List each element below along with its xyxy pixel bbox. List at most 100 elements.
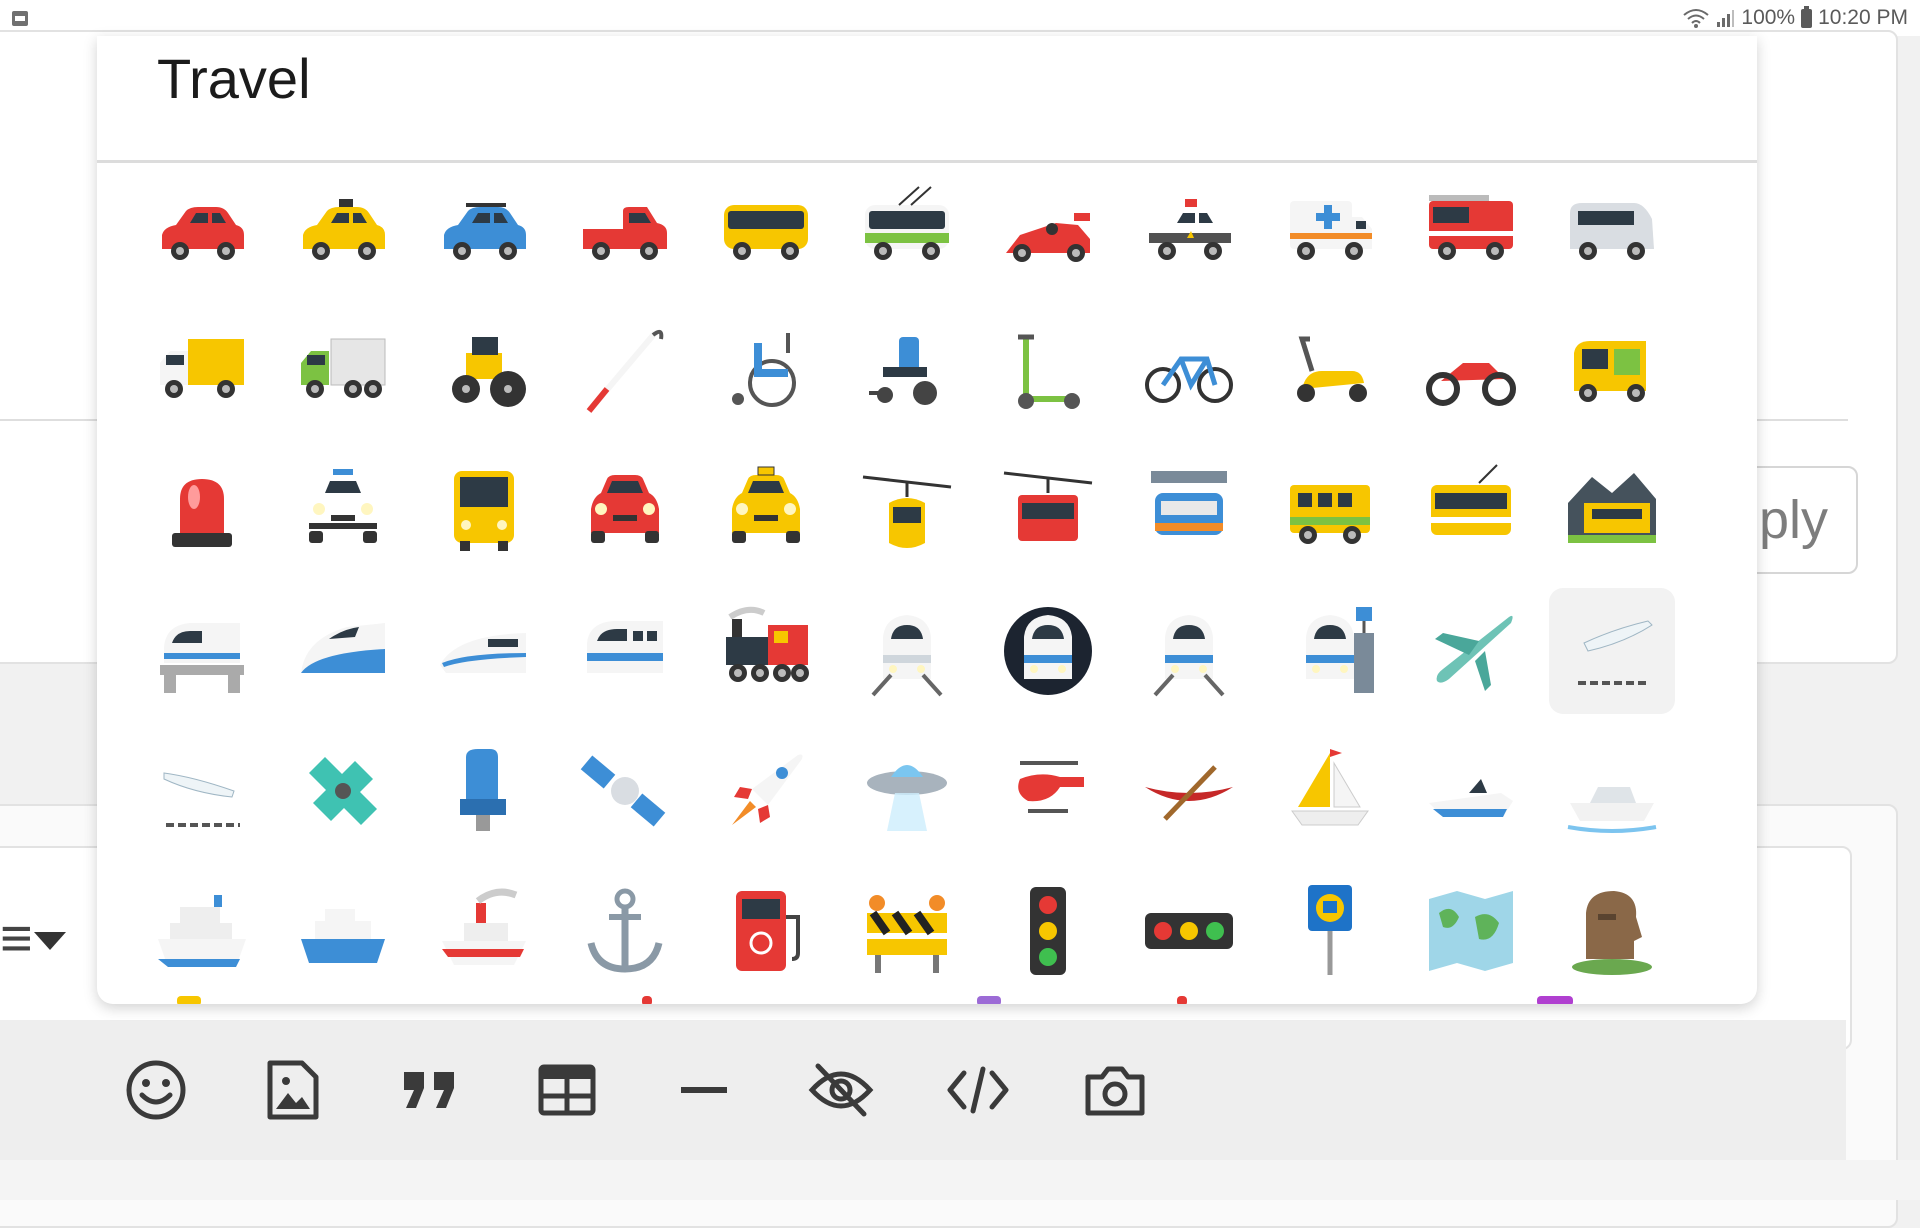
police-light-icon	[172, 479, 232, 547]
emoji-pickup-truck[interactable]	[562, 168, 688, 294]
emoji-airplane-departure[interactable]	[1549, 588, 1675, 714]
emoji-taxi[interactable]	[280, 168, 406, 294]
white-cane-icon	[586, 329, 664, 413]
emoji-rocket[interactable]	[703, 728, 829, 854]
emoji-light-rail[interactable]	[562, 588, 688, 714]
divider-button[interactable]	[669, 1055, 739, 1125]
emoji-ambulance[interactable]	[1267, 168, 1393, 294]
table-button[interactable]	[532, 1055, 602, 1125]
emoji-sailboat[interactable]	[1267, 728, 1393, 854]
emoji-suspension-railway[interactable]	[1126, 448, 1252, 574]
emoji-yellow-bus[interactable]	[703, 168, 829, 294]
airplane-departure-icon	[1578, 620, 1653, 685]
emoji-motor-boat[interactable]	[1549, 728, 1675, 854]
flying-saucer-icon	[867, 765, 947, 831]
emoji-kick-scooter[interactable]	[985, 308, 1111, 434]
train-icon	[871, 615, 943, 697]
emoji-vertical-traffic-light[interactable]	[985, 868, 1111, 994]
code-button[interactable]	[943, 1055, 1013, 1125]
emoji-tram-car[interactable]	[1408, 448, 1534, 574]
battery-percent: 100%	[1741, 6, 1796, 29]
emoji-motor-scooter[interactable]	[1267, 308, 1393, 434]
emoji-motorcycle[interactable]	[1408, 308, 1534, 434]
delivery-truck-icon	[160, 339, 244, 398]
emoji-small-airplane[interactable]	[280, 728, 406, 854]
auto-rickshaw-icon	[1574, 341, 1646, 402]
emoji-red-car[interactable]	[139, 168, 265, 294]
emoji-aerial-tramway[interactable]	[844, 448, 970, 574]
emoji-construction[interactable]	[844, 868, 970, 994]
emoji-fire-engine[interactable]	[1408, 168, 1534, 294]
emoji-train[interactable]	[844, 588, 970, 714]
emoji-flying-saucer[interactable]	[844, 728, 970, 854]
bottom-strip	[0, 1160, 1920, 1200]
camera-button[interactable]	[1080, 1055, 1150, 1125]
emoji-tram[interactable]	[1126, 588, 1252, 714]
emoji-moai[interactable]	[1549, 868, 1675, 994]
emoji-fuel-pump[interactable]	[703, 868, 829, 994]
emoji-satellite[interactable]	[562, 728, 688, 854]
emoji-minibus[interactable]	[1549, 168, 1675, 294]
emoji-oncoming-bus[interactable]	[421, 448, 547, 574]
suspension-railway-icon	[1151, 471, 1227, 535]
emoji-ferry[interactable]	[280, 868, 406, 994]
emoji-high-speed-train[interactable]	[280, 588, 406, 714]
emoji-ship[interactable]	[421, 868, 547, 994]
emoji-delivery-truck[interactable]	[139, 308, 265, 434]
emoji-police-car[interactable]	[1126, 168, 1252, 294]
emoji-mountain-cableway[interactable]	[985, 448, 1111, 574]
quote-button[interactable]	[395, 1055, 465, 1125]
emoji-police-light[interactable]	[139, 448, 265, 574]
emoji-bicycle[interactable]	[1126, 308, 1252, 434]
emoji-mountain-railway[interactable]	[1549, 448, 1675, 574]
emoji-racing-car[interactable]	[985, 168, 1111, 294]
emoji-speedboat[interactable]	[1408, 728, 1534, 854]
blue-suv-icon	[444, 203, 526, 260]
emoji-anchor[interactable]	[562, 868, 688, 994]
motorized-wheelchair-icon	[869, 337, 937, 405]
high-speed-train-icon	[301, 623, 385, 673]
emoji-seat[interactable]	[421, 728, 547, 854]
emoji-button[interactable]	[121, 1055, 191, 1125]
aerial-tramway-icon	[862, 475, 952, 548]
emoji-oncoming-automobile[interactable]	[562, 448, 688, 574]
canoe-icon	[1145, 765, 1233, 821]
emoji-oncoming-taxi[interactable]	[703, 448, 829, 574]
emoji-monorail[interactable]	[139, 588, 265, 714]
emoji-station[interactable]	[1267, 588, 1393, 714]
emoji-airplane-arrival[interactable]	[139, 728, 265, 854]
emoji-articulated-lorry[interactable]	[280, 308, 406, 434]
emoji-tractor[interactable]	[421, 308, 547, 434]
emoji-world-map[interactable]	[1408, 868, 1534, 994]
emoji-white-cane[interactable]	[562, 308, 688, 434]
image-button[interactable]	[258, 1055, 328, 1125]
emoji-helicopter[interactable]	[985, 728, 1111, 854]
emoji-horizontal-traffic-light[interactable]	[1126, 868, 1252, 994]
emoji-canoe[interactable]	[1126, 728, 1252, 854]
emoji-auto-rickshaw[interactable]	[1549, 308, 1675, 434]
emoji-bullet-train[interactable]	[421, 588, 547, 714]
smiley-icon	[126, 1060, 186, 1120]
emoji-trolleybus[interactable]	[844, 168, 970, 294]
chevron-down-icon[interactable]	[34, 932, 66, 950]
format-menu-glyph[interactable]: ≡	[0, 905, 33, 970]
table-icon	[538, 1064, 596, 1116]
emoji-metro[interactable]	[985, 588, 1111, 714]
articulated-lorry-icon	[301, 338, 386, 398]
emoji-manual-wheelchair[interactable]	[703, 308, 829, 434]
helicopter-icon	[1018, 761, 1084, 813]
satellite-icon	[580, 755, 666, 827]
emoji-bus-stop[interactable]	[1267, 868, 1393, 994]
bicycle-icon	[1145, 356, 1233, 403]
speedboat-icon	[1429, 779, 1513, 817]
spoiler-button[interactable]	[806, 1055, 876, 1125]
emoji-motorized-wheelchair[interactable]	[844, 308, 970, 434]
emoji-passenger-ship[interactable]	[139, 868, 265, 994]
emoji-oncoming-police-car[interactable]	[280, 448, 406, 574]
emoji-airplane[interactable]	[1408, 588, 1534, 714]
motor-boat-icon	[1567, 787, 1657, 833]
emoji-peek	[642, 996, 652, 1004]
emoji-blue-suv[interactable]	[421, 168, 547, 294]
emoji-locomotive[interactable]	[703, 588, 829, 714]
emoji-railway-car[interactable]	[1267, 448, 1393, 574]
